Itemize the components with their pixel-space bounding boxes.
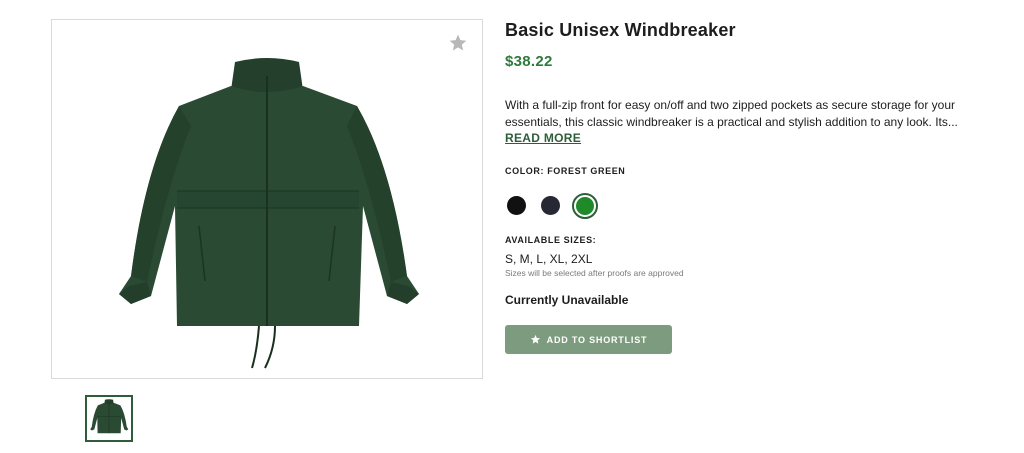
product-thumbnail[interactable] xyxy=(85,395,133,442)
color-swatch-black[interactable] xyxy=(507,196,526,215)
product-main-image[interactable] xyxy=(51,19,483,379)
product-title: Basic Unisex Windbreaker xyxy=(505,20,736,40)
color-swatch-forest-green[interactable] xyxy=(572,193,598,219)
sizes-label: AVAILABLE SIZES: xyxy=(505,235,597,245)
windbreaker-jacket-image xyxy=(119,58,419,369)
star-icon[interactable] xyxy=(448,33,468,53)
sizes-note: Sizes will be selected after proofs are … xyxy=(505,268,684,278)
product-description: With a full-zip front for easy on/off an… xyxy=(505,98,958,129)
windbreaker-thumbnail-image xyxy=(90,399,129,434)
read-more-link[interactable]: READ MORE xyxy=(505,131,581,145)
add-to-shortlist-button[interactable]: ADD TO SHORTLIST xyxy=(505,325,672,354)
product-price: $38.22 xyxy=(505,53,553,70)
sizes-list: S, M, L, XL, 2XL xyxy=(505,252,593,266)
add-to-shortlist-label: ADD TO SHORTLIST xyxy=(546,334,648,345)
star-icon xyxy=(530,334,540,344)
color-swatch-navy[interactable] xyxy=(541,196,560,215)
color-label: COLOR: FOREST GREEN xyxy=(505,166,626,176)
color-swatches xyxy=(505,193,705,219)
availability-status: Currently Unavailable xyxy=(505,293,629,307)
